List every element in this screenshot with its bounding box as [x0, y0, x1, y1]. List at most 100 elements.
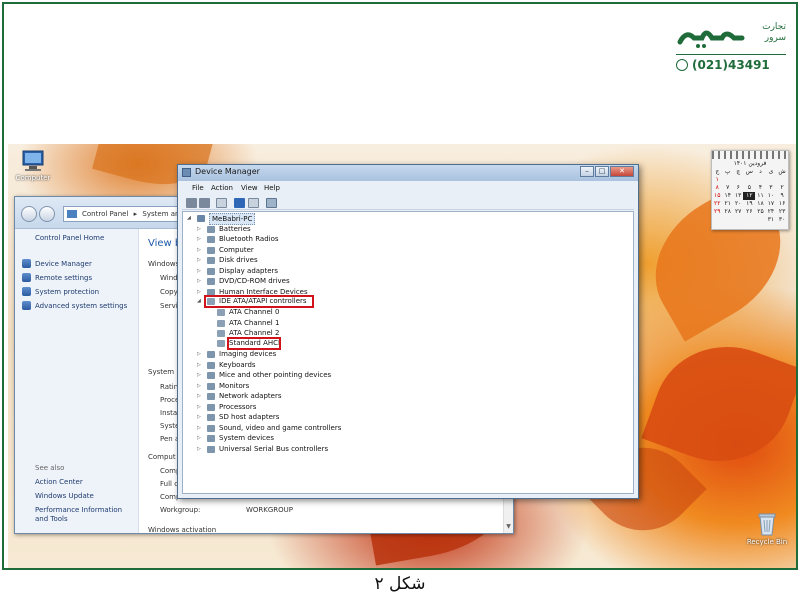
windows-update-link[interactable]: Windows Update: [35, 492, 135, 501]
expand-icon[interactable]: ▷: [197, 391, 203, 401]
expand-icon[interactable]: ▷: [197, 255, 203, 265]
calendar-day[interactable]: [743, 216, 755, 224]
device-icon: [207, 351, 215, 358]
forward-arrow-icon[interactable]: [199, 198, 210, 208]
control-panel-home-link[interactable]: Control Panel Home: [35, 234, 104, 242]
menu-help[interactable]: Help: [264, 184, 280, 192]
tree-node-label: ATA Channel 1: [229, 318, 280, 327]
device-tree[interactable]: ◢ MeBabri-PC ▷ Batteries ▷ Bluetooth Radios…: [182, 211, 634, 494]
calendar-day[interactable]: [733, 176, 743, 184]
computer-icon: [197, 215, 205, 222]
performance-information-link[interactable]: Performance Information and Tools: [35, 506, 135, 524]
calendar-day[interactable]: ۱۷: [766, 200, 776, 208]
calendar-day[interactable]: [776, 176, 788, 184]
calendar-gadget[interactable]: فرودین ۱۴۰۱ ش ی د س چ پ ج ۱ ۲ ۳ ۴ ۵ ۶ ۷ ۸ ۹ ۱۰ ۱۱ ۱۲ ۱۳ ۱۴ ۱۵…: [711, 150, 789, 230]
back-arrow-icon[interactable]: [186, 198, 197, 208]
back-button[interactable]: [21, 206, 37, 222]
calendar-day[interactable]: ۲۴: [766, 208, 776, 216]
calendar-day[interactable]: ۱۴: [723, 192, 733, 200]
calendar-day[interactable]: [755, 176, 765, 184]
calendar-day[interactable]: ۵: [743, 184, 755, 192]
expand-icon[interactable]: ▷: [197, 276, 203, 286]
calendar-day[interactable]: [743, 176, 755, 184]
device-manager-icon: [182, 168, 191, 177]
calendar-day[interactable]: ۱۲: [743, 192, 756, 200]
calendar-day[interactable]: [712, 216, 723, 224]
maximize-button[interactable]: □: [595, 166, 609, 177]
computer-desktop-icon[interactable]: Computer: [8, 150, 58, 182]
expand-icon[interactable]: ▷: [197, 402, 203, 412]
calendar-day[interactable]: ۱۰: [766, 192, 776, 200]
calendar-day[interactable]: [733, 216, 743, 224]
close-button[interactable]: ✕: [610, 166, 634, 177]
menu-file[interactable]: File: [192, 184, 204, 192]
calendar-day[interactable]: ۲۶: [743, 208, 755, 216]
forward-button[interactable]: [39, 206, 55, 222]
expand-icon[interactable]: ▷: [197, 370, 203, 380]
help-icon[interactable]: [234, 198, 245, 208]
calendar-day[interactable]: ۲۵: [755, 208, 765, 216]
tree-node-label: Keyboards: [219, 360, 256, 369]
see-also-heading: See also: [35, 464, 65, 472]
expand-icon[interactable]: ▷: [197, 287, 203, 297]
device-manager-titlebar[interactable]: Device Manager – □ ✕: [178, 165, 638, 181]
collapse-icon[interactable]: ◢: [197, 296, 203, 306]
calendar-day[interactable]: ۲۲: [712, 200, 723, 208]
expand-icon[interactable]: ▷: [197, 349, 203, 359]
calendar-day[interactable]: ۱۱: [755, 192, 765, 200]
calendar-day[interactable]: [755, 216, 765, 224]
calendar-day[interactable]: [766, 176, 776, 184]
menu-view[interactable]: View: [241, 184, 258, 192]
calendar-day[interactable]: ۲۳: [776, 208, 788, 216]
expand-icon[interactable]: ▷: [197, 224, 203, 234]
calendar-day[interactable]: ۸: [712, 184, 723, 192]
calendar-day[interactable]: ۱۶: [776, 200, 788, 208]
scroll-down-icon[interactable]: ▼: [505, 523, 512, 531]
collapse-icon[interactable]: ◢: [187, 213, 193, 223]
calendar-day[interactable]: ۱۸: [755, 200, 765, 208]
expand-icon[interactable]: ▷: [197, 423, 203, 433]
expand-icon[interactable]: ▷: [197, 381, 203, 391]
calendar-day[interactable]: [723, 176, 733, 184]
expand-icon[interactable]: ▷: [197, 266, 203, 276]
expand-icon[interactable]: ▷: [197, 444, 203, 454]
expand-icon[interactable]: ▷: [197, 245, 203, 255]
show-hidden-icon[interactable]: [248, 198, 259, 208]
calendar-day[interactable]: ۱۹: [743, 200, 755, 208]
calendar-day[interactable]: ۳۰: [776, 216, 788, 224]
advanced-system-settings-link[interactable]: Advanced system settings: [22, 301, 127, 310]
scan-hardware-icon[interactable]: [266, 198, 277, 208]
minimize-button[interactable]: –: [580, 166, 594, 177]
expand-icon[interactable]: ▷: [197, 412, 203, 422]
recycle-bin-desktop-icon[interactable]: Recycle Bin: [742, 512, 792, 546]
breadcrumb-control-panel[interactable]: Control Panel: [82, 210, 128, 218]
calendar-week-row: ۳۰ ۳۱: [712, 216, 788, 224]
calendar-day[interactable]: ۳۱: [766, 216, 776, 224]
calendar-day[interactable]: ۷: [723, 184, 733, 192]
calendar-day[interactable]: ۶: [733, 184, 743, 192]
calendar-day[interactable]: ۳: [766, 184, 776, 192]
expand-icon[interactable]: ▷: [197, 433, 203, 443]
calendar-day[interactable]: ۱: [712, 176, 723, 184]
calendar-day[interactable]: ۲۸: [723, 208, 733, 216]
calendar-day[interactable]: ۱۳: [733, 192, 743, 200]
calendar-day[interactable]: [723, 216, 733, 224]
calendar-day[interactable]: ۲۷: [733, 208, 743, 216]
calendar-day[interactable]: ۲۹: [712, 208, 723, 216]
menu-action[interactable]: Action: [211, 184, 233, 192]
expand-icon[interactable]: ▷: [197, 234, 203, 244]
system-protection-link[interactable]: System protection: [22, 287, 99, 296]
calendar-day[interactable]: ۲۱: [723, 200, 733, 208]
properties-icon[interactable]: [216, 198, 227, 208]
calendar-day[interactable]: ۴: [755, 184, 765, 192]
calendar-day[interactable]: ۱۵: [712, 192, 723, 200]
calendar-week-row: ۱: [712, 176, 788, 184]
calendar-day[interactable]: ۲: [776, 184, 788, 192]
device-manager-link[interactable]: Device Manager: [22, 259, 92, 268]
remote-settings-link[interactable]: Remote settings: [22, 273, 92, 282]
calendar-day[interactable]: ۹: [776, 192, 788, 200]
device-manager-window[interactable]: Device Manager – □ ✕ File Action View He…: [177, 164, 639, 499]
calendar-day[interactable]: ۲۰: [733, 200, 743, 208]
action-center-link[interactable]: Action Center: [35, 478, 135, 487]
expand-icon[interactable]: ▷: [197, 360, 203, 370]
